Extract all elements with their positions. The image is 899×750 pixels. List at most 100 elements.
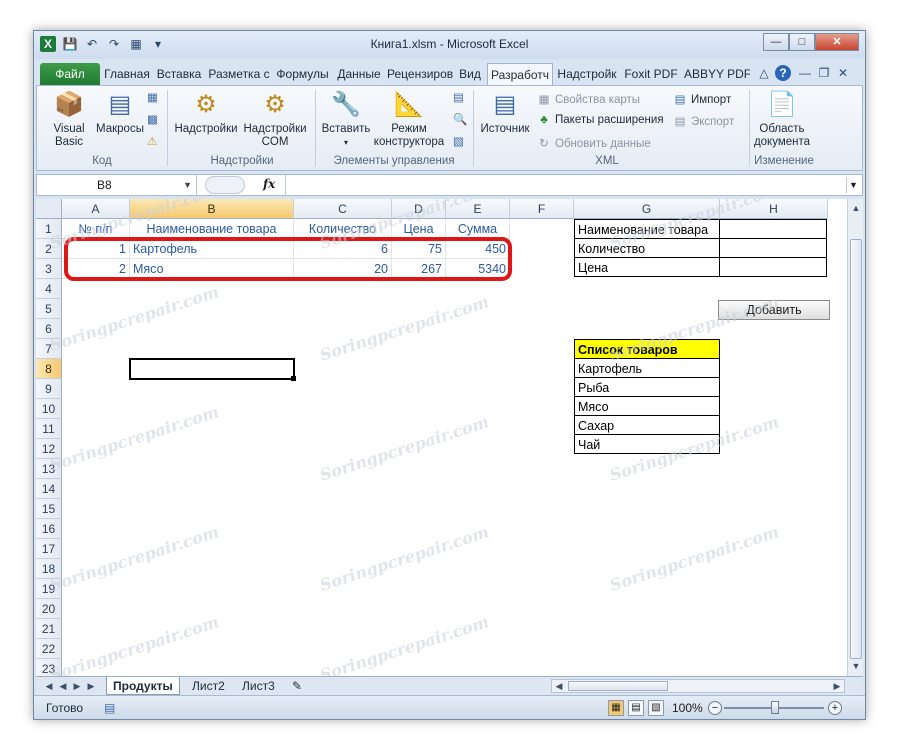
doc-close-icon[interactable]: ✕ [835,65,851,81]
row-header[interactable]: 18 [36,559,62,579]
vertical-scrollbar[interactable]: ▲ ▼ [847,199,863,676]
tab-developer[interactable]: Разработч [487,63,553,85]
row-header[interactable]: 21 [36,619,62,639]
cell-e1[interactable]: Сумма [446,219,510,239]
com-addins-button[interactable]: ⚙ Надстройки COM [241,90,309,149]
column-header-a[interactable]: A [62,199,130,219]
page-break-view-icon[interactable]: ▧ [648,700,664,716]
record-macro-icon[interactable]: ▦ [147,90,158,104]
row-header[interactable]: 22 [36,639,62,659]
zoom-in-icon[interactable]: + [828,701,842,715]
row-header[interactable]: 17 [36,539,62,559]
doc-restore-icon[interactable]: ❐ [816,65,832,81]
row-header[interactable]: 9 [36,379,62,399]
list-item[interactable]: Картофель [574,358,720,378]
close-button[interactable]: ✕ [815,33,859,51]
macro-record-icon[interactable]: ▤ [104,701,115,715]
row-header[interactable]: 1 [36,219,62,239]
chevron-down-icon[interactable]: ▼ [183,175,192,195]
document-panel-button[interactable]: 📄 Область документа [753,90,811,149]
cell-h2[interactable] [719,238,827,258]
minimize-ribbon-icon[interactable]: △ [756,65,772,81]
export-button[interactable]: ▤ Экспорт [673,114,735,128]
refresh-data-button[interactable]: ↻ Обновить данные [537,136,651,150]
xml-source-button[interactable]: ▤ Источник [477,90,533,136]
vertical-scroll-thumb[interactable] [850,239,862,659]
horizontal-scroll-thumb[interactable] [568,681,668,691]
tab-review[interactable]: Рецензиров [387,63,453,85]
cell-g2[interactable]: Количество [574,238,720,258]
cell-b1[interactable]: Наименование товара [130,219,294,239]
name-box[interactable]: B8 ▼ [37,175,197,195]
select-all-corner[interactable] [36,199,62,219]
row-header[interactable]: 7 [36,339,62,359]
cell-a1[interactable]: № п/п [62,219,130,239]
prev-sheet-icon[interactable]: ◀ [56,679,70,693]
column-header-g[interactable]: G [574,199,720,219]
tab-file[interactable]: Файл [40,63,100,85]
maximize-button[interactable]: □ [789,33,815,51]
row-header[interactable]: 23 [36,659,62,676]
horizontal-scrollbar[interactable]: ◀ ▶ [551,679,845,693]
zoom-slider-knob[interactable] [771,701,779,714]
zoom-out-icon[interactable]: − [708,701,722,715]
tab-abbyy-pdf[interactable]: ABBYY PDF [684,63,750,85]
row-header[interactable]: 10 [36,399,62,419]
row-header[interactable]: 14 [36,479,62,499]
list-item[interactable]: Мясо [574,396,720,416]
map-properties-button[interactable]: ▦ Свойства карты [537,92,641,106]
row-header[interactable]: 12 [36,439,62,459]
design-mode-button[interactable]: 📐 Режим конструктора [373,90,445,149]
row-header[interactable]: 13 [36,459,62,479]
zoom-level[interactable]: 100% [672,701,703,715]
cell-h1[interactable] [719,219,827,239]
tab-data[interactable]: Данные [334,63,384,85]
cell-d1[interactable]: Цена [392,219,446,239]
relative-refs-icon[interactable]: ▩ [147,112,158,126]
row-header[interactable]: 16 [36,519,62,539]
row-header[interactable]: 4 [36,279,62,299]
next-sheet-icon[interactable]: ▶ [70,679,84,693]
column-header-c[interactable]: C [294,199,392,219]
tab-page-layout[interactable]: Разметка с [207,63,271,85]
scroll-left-icon[interactable]: ◀ [552,679,566,693]
worksheet-grid[interactable]: A B C D E F G H 1 2 3 4 5 6 7 8 9 10 11 … [36,199,847,676]
expand-formula-icon[interactable]: ▼ [846,177,860,193]
tab-addins[interactable]: Надстройк [556,63,618,85]
tab-view[interactable]: Вид [456,63,484,85]
help-icon[interactable]: ? [775,65,791,81]
visual-basic-button[interactable]: 📦 Visual Basic [45,90,93,149]
view-code-icon[interactable]: 🔍 [453,112,467,126]
cell-g1[interactable]: Наименование товара [574,219,720,239]
tab-foxit-pdf[interactable]: Foxit PDF [621,63,681,85]
row-header[interactable]: 5 [36,299,62,319]
insert-function-icon[interactable]: fx [263,177,275,191]
run-dialog-icon[interactable]: ▧ [453,134,464,148]
list-item[interactable]: Рыба [574,377,720,397]
list-item[interactable]: Сахар [574,415,720,435]
normal-view-icon[interactable]: ▦ [608,700,624,716]
sheet-tab-3[interactable]: Лист3 [236,677,281,695]
row-header[interactable]: 19 [36,579,62,599]
last-sheet-icon[interactable]: ▶ [84,679,98,693]
column-header-d[interactable]: D [392,199,446,219]
row-header[interactable]: 3 [36,259,62,279]
column-header-e[interactable]: E [446,199,510,219]
column-header-f[interactable]: F [510,199,574,219]
insert-sheet-icon[interactable]: ✎ [286,677,308,695]
column-header-h[interactable]: H [720,199,828,219]
fill-handle[interactable] [291,376,296,381]
row-header[interactable]: 6 [36,319,62,339]
sheet-tab-2[interactable]: Лист2 [186,677,231,695]
cell-g7-list-title[interactable]: Список товаров [574,339,720,359]
scroll-down-icon[interactable]: ▼ [849,659,863,673]
tab-insert[interactable]: Вставка [154,63,204,85]
insert-control-button[interactable]: 🔧 Вставить ▾ [321,90,371,149]
page-layout-view-icon[interactable]: ▤ [628,700,644,716]
scroll-up-icon[interactable]: ▲ [849,201,863,215]
sheet-tab-products[interactable]: Продукты [106,677,180,695]
column-header-b[interactable]: B [130,199,294,219]
doc-minimize-icon[interactable]: — [797,65,813,81]
row-header[interactable]: 11 [36,419,62,439]
scroll-right-icon[interactable]: ▶ [830,679,844,693]
